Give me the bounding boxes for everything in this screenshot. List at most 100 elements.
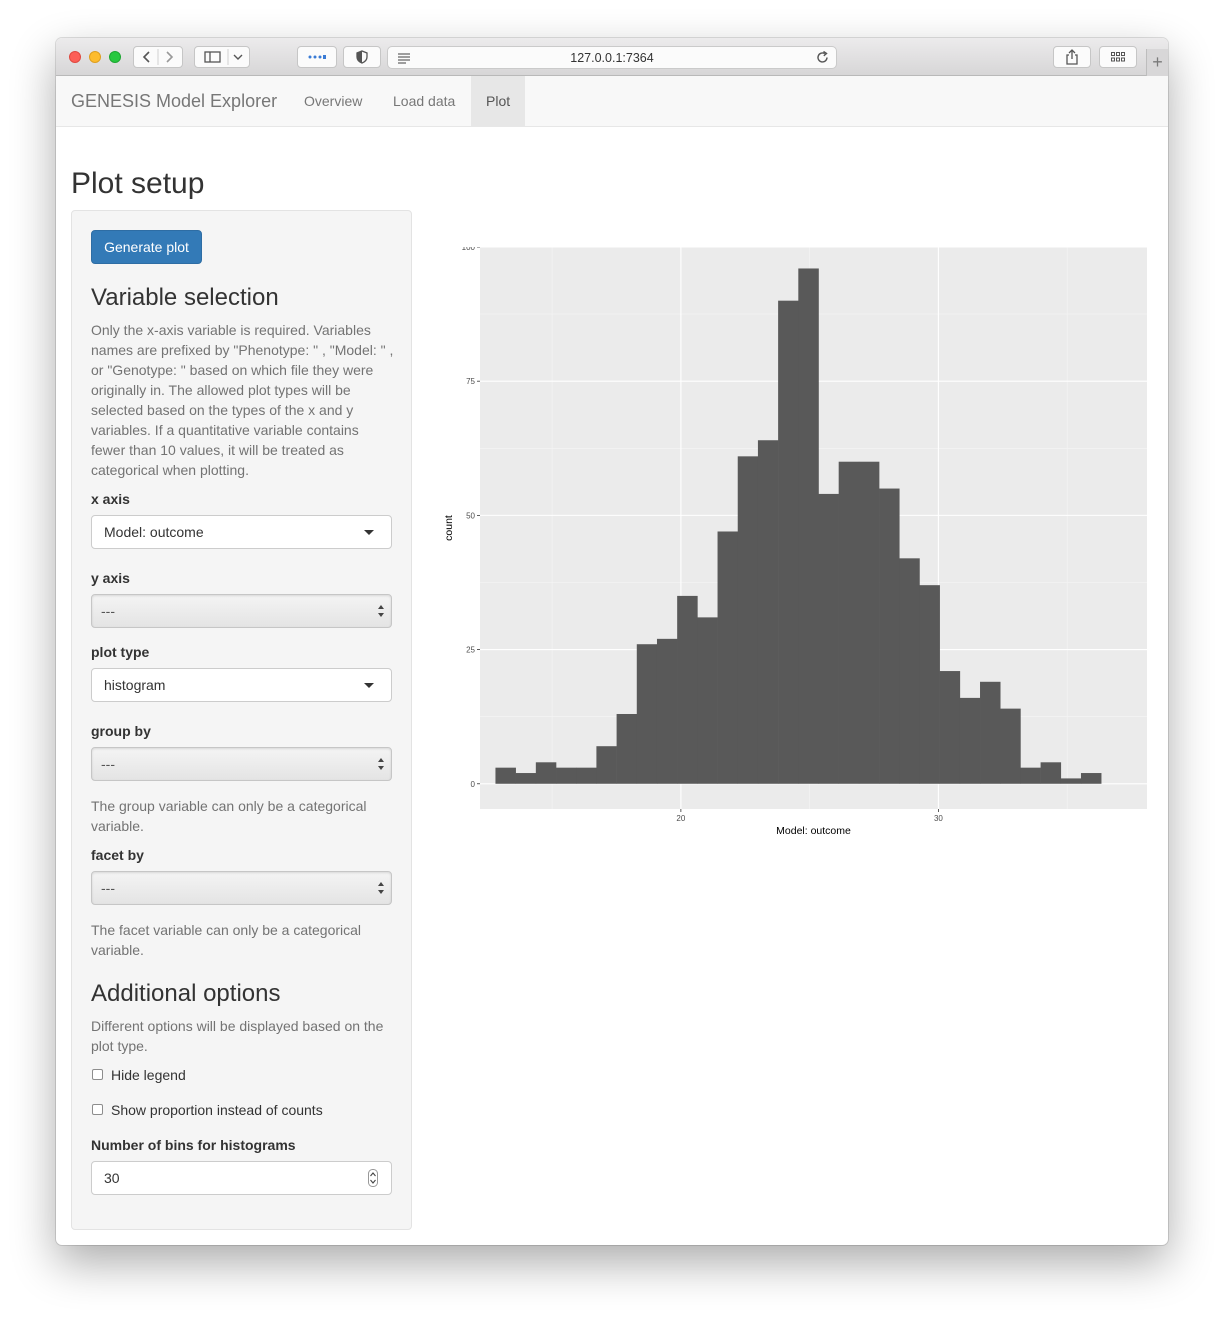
histogram-bar: [818, 493, 839, 784]
histogram-bar: [556, 767, 577, 784]
bins-label: Number of bins for histograms: [91, 1137, 296, 1153]
plot-type-value: histogram: [104, 677, 166, 693]
histogram-bar: [656, 638, 678, 784]
y-tick-label: 75: [466, 377, 475, 386]
histogram-bar: [1000, 708, 1021, 784]
histogram-bar: [737, 456, 759, 784]
group-by-select[interactable]: ---: [91, 747, 392, 781]
x-axis-title: Model: outcome: [776, 825, 851, 837]
extension-button[interactable]: [297, 46, 337, 68]
histogram-bar: [1040, 762, 1062, 784]
histogram-bar: [1020, 767, 1041, 784]
group-by-value: ---: [101, 756, 115, 772]
histogram-bar: [677, 595, 698, 784]
back-icon: [142, 51, 150, 63]
grid-icon: [1111, 52, 1125, 62]
minimize-window-button[interactable]: [89, 51, 101, 63]
updown-arrows-icon: [378, 758, 384, 770]
histogram-bar: [1060, 778, 1082, 784]
url-text: 127.0.0.1:7364: [570, 51, 654, 65]
histogram-bar: [980, 681, 1001, 784]
tab-overview[interactable]: Overview: [289, 76, 377, 126]
new-tab-button[interactable]: +: [1146, 49, 1168, 76]
x-axis-value: Model: outcome: [104, 524, 204, 540]
dots-icon: [308, 55, 326, 59]
y-axis-select[interactable]: ---: [91, 594, 392, 628]
caret-down-icon: [364, 530, 374, 535]
tab-load-data[interactable]: Load data: [378, 76, 470, 126]
browser-window: 127.0.0.1:7364 + GENESIS Model Explorer …: [56, 38, 1168, 1245]
histogram-bar: [495, 767, 516, 784]
tab-plot[interactable]: Plot: [471, 76, 526, 126]
main-content: Plot setup Generate plot Variable select…: [56, 127, 1168, 1245]
checkbox-box[interactable]: [92, 1104, 103, 1115]
spinner-icon[interactable]: [368, 1169, 378, 1187]
y-tick-label: 50: [466, 511, 475, 520]
plot-setup-panel: Generate plot Variable selection Only th…: [71, 210, 412, 1230]
histogram-bar: [515, 773, 537, 784]
shield-icon: [356, 50, 368, 64]
plus-icon: +: [1152, 52, 1163, 72]
chevron-down-icon: [233, 54, 243, 60]
updown-arrows-icon: [378, 882, 384, 894]
app-brand[interactable]: GENESIS Model Explorer: [71, 91, 277, 112]
sidebar-toggle-button[interactable]: [194, 46, 250, 68]
histogram-bar: [939, 671, 961, 784]
histogram-bar: [858, 461, 880, 784]
address-bar[interactable]: 127.0.0.1:7364: [387, 46, 837, 69]
tab-overview-button[interactable]: [1099, 46, 1137, 68]
histogram-bar: [798, 268, 819, 784]
forward-icon: [166, 51, 174, 63]
x-axis-label: x axis: [91, 491, 130, 507]
facet-by-value: ---: [101, 880, 115, 896]
updown-arrows-icon: [378, 605, 384, 617]
y-tick-label: 0: [471, 780, 476, 789]
histogram-bar: [535, 762, 557, 784]
histogram-bar: [919, 585, 940, 784]
x-axis-select[interactable]: Model: outcome: [91, 515, 392, 549]
checkbox-box[interactable]: [92, 1069, 103, 1080]
hide-legend-label: Hide legend: [111, 1067, 186, 1083]
variable-selection-help: Only the x-axis variable is required. Va…: [91, 322, 394, 478]
caret-down-icon: [364, 683, 374, 688]
y-tick-label: 100: [462, 247, 476, 252]
histogram-bar: [959, 697, 981, 784]
y-axis-value: ---: [101, 603, 115, 619]
page-title: Plot setup: [71, 167, 205, 200]
share-icon: [1066, 49, 1078, 65]
y-tick-label: 25: [466, 646, 475, 655]
zoom-window-button[interactable]: [109, 51, 121, 63]
bins-input[interactable]: 30: [91, 1161, 392, 1195]
histogram-bar: [596, 746, 617, 784]
sidebar-icon: [204, 51, 221, 63]
additional-options-help: Different options will be displayed base…: [91, 1018, 384, 1054]
plot-type-label: plot type: [91, 644, 150, 660]
y-axis-title: count: [443, 515, 455, 541]
histogram-svg: 0 25 50 75 100 20 30 Model: outcome count: [443, 247, 1147, 837]
plot-type-select[interactable]: histogram: [91, 668, 392, 702]
group-by-help: The group variable can only be a categor…: [91, 798, 367, 834]
histogram-bar: [899, 558, 920, 784]
generate-plot-button[interactable]: Generate plot: [91, 230, 202, 264]
histogram-bar: [697, 617, 718, 784]
bins-value: 30: [104, 1170, 120, 1186]
y-axis-label: y axis: [91, 570, 130, 586]
hide-legend-checkbox[interactable]: Hide legend: [91, 1067, 291, 1085]
back-forward-buttons[interactable]: [133, 46, 183, 68]
histogram-plot: 0 25 50 75 100 20 30 Model: outcome count: [436, 247, 1156, 847]
histogram-bar: [879, 488, 900, 784]
privacy-shield-button[interactable]: [343, 46, 381, 68]
app-navbar: GENESIS Model Explorer Overview Load dat…: [56, 76, 1168, 127]
histogram-bar: [1080, 773, 1102, 784]
reload-icon[interactable]: [815, 50, 830, 65]
additional-options-heading: Additional options: [91, 980, 281, 1007]
x-tick-label: 30: [934, 814, 943, 823]
histogram-bar: [717, 531, 739, 784]
histogram-bar: [778, 300, 799, 784]
share-button[interactable]: [1053, 46, 1091, 68]
x-tick-label: 20: [676, 814, 685, 823]
facet-by-select[interactable]: ---: [91, 871, 392, 905]
close-window-button[interactable]: [69, 51, 81, 63]
histogram-bar: [636, 644, 658, 784]
show-proportion-checkbox[interactable]: Show proportion instead of counts: [91, 1102, 351, 1120]
